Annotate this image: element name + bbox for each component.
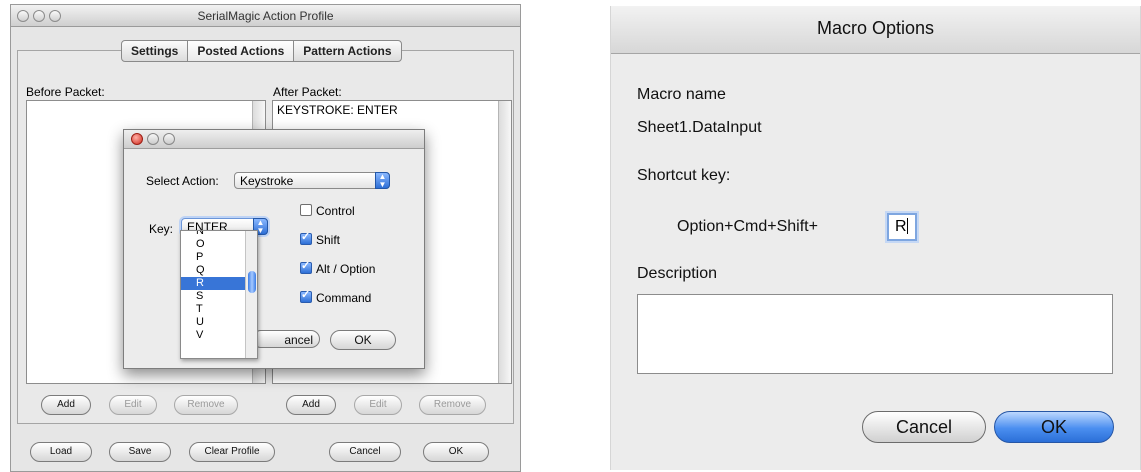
tab-bar: Settings Posted Actions Pattern Actions bbox=[121, 40, 402, 62]
key-option-q[interactable]: Q bbox=[181, 264, 245, 277]
close-icon[interactable] bbox=[131, 133, 143, 145]
select-action-value: Keystroke bbox=[240, 174, 294, 188]
key-label: Key: bbox=[149, 222, 174, 236]
after-remove-button[interactable]: Remove bbox=[419, 395, 486, 415]
zoom-icon[interactable] bbox=[163, 133, 175, 145]
alt-option-checkbox[interactable]: Alt / Option bbox=[300, 259, 376, 276]
cancel-button[interactable]: Cancel bbox=[329, 442, 401, 462]
minimize-icon[interactable] bbox=[147, 133, 159, 145]
checkbox-label: Command bbox=[316, 291, 372, 305]
dropdown-scrollbar[interactable] bbox=[245, 231, 257, 358]
macro-options-window: Macro Options Macro name Sheet1.DataInpu… bbox=[610, 6, 1141, 470]
popup-arrows-icon: ▲ ▼ bbox=[375, 172, 390, 189]
key-option-v[interactable]: V bbox=[181, 329, 245, 342]
checkbox-label: Shift bbox=[316, 233, 341, 247]
checkbox-label: Alt / Option bbox=[316, 262, 376, 276]
dialog-ok-button[interactable]: OK bbox=[330, 330, 396, 350]
dialog-title-bar[interactable] bbox=[124, 130, 424, 149]
ok-button[interactable]: OK bbox=[423, 442, 489, 462]
cancel-button[interactable]: Cancel bbox=[862, 411, 986, 443]
shortcut-key-label: Shortcut key: bbox=[637, 167, 731, 184]
before-remove-button[interactable]: Remove bbox=[174, 395, 238, 415]
list-item[interactable]: KEYSTROKE: ENTER bbox=[277, 103, 398, 117]
tab-settings[interactable]: Settings bbox=[122, 41, 189, 61]
ok-button[interactable]: OK bbox=[994, 411, 1114, 443]
shift-checkbox[interactable]: Shift bbox=[300, 230, 341, 247]
command-checkbox[interactable]: Command bbox=[300, 288, 372, 305]
shortcut-key-value: R bbox=[895, 218, 907, 235]
save-button[interactable]: Save bbox=[109, 442, 171, 462]
key-option-t[interactable]: T bbox=[181, 303, 245, 316]
text-caret bbox=[906, 218, 908, 234]
window-title: SerialMagic Action Profile bbox=[197, 9, 334, 23]
after-list-scrollbar[interactable] bbox=[498, 101, 511, 383]
title-bar[interactable]: SerialMagic Action Profile bbox=[11, 5, 520, 27]
dialog-cancel-button[interactable]: ancel bbox=[252, 330, 320, 348]
before-add-button[interactable]: Add bbox=[41, 395, 91, 415]
macro-name-label: Macro name bbox=[637, 86, 726, 103]
action-dialog: Select Action: Keystroke ▲ ▼ Key: ENTER ▲… bbox=[123, 129, 425, 369]
key-option-s[interactable]: S bbox=[181, 290, 245, 303]
checkmark-icon bbox=[300, 259, 312, 274]
control-checkbox[interactable]: Control bbox=[300, 204, 355, 218]
key-option-n[interactable]: N bbox=[181, 231, 245, 238]
before-edit-button[interactable]: Edit bbox=[109, 395, 157, 415]
key-dropdown-list[interactable]: N O P Q R S T U V bbox=[180, 230, 258, 359]
select-action-popup[interactable]: Keystroke ▲ ▼ bbox=[234, 172, 390, 189]
shortcut-key-input[interactable]: R bbox=[887, 213, 917, 241]
scroll-thumb[interactable] bbox=[248, 271, 256, 293]
checkbox-label: Control bbox=[316, 204, 355, 218]
title-bar[interactable]: Macro Options bbox=[611, 6, 1140, 54]
after-add-button[interactable]: Add bbox=[286, 395, 336, 415]
after-packet-label: After Packet: bbox=[273, 85, 342, 99]
checkmark-icon bbox=[300, 288, 312, 303]
description-field[interactable] bbox=[637, 294, 1113, 374]
tab-posted-actions[interactable]: Posted Actions bbox=[188, 41, 295, 61]
load-button[interactable]: Load bbox=[30, 442, 92, 462]
key-option-o[interactable]: O bbox=[181, 238, 245, 251]
checkbox-icon bbox=[300, 204, 312, 216]
select-action-label: Select Action: bbox=[146, 174, 219, 188]
before-packet-label: Before Packet: bbox=[26, 85, 105, 99]
macro-name-value: Sheet1.DataInput bbox=[637, 119, 762, 136]
after-edit-button[interactable]: Edit bbox=[354, 395, 402, 415]
key-option-u[interactable]: U bbox=[181, 316, 245, 329]
clear-profile-button[interactable]: Clear Profile bbox=[189, 442, 275, 462]
shortcut-prefix: Option+Cmd+Shift+ bbox=[677, 218, 818, 235]
action-profile-window: SerialMagic Action Profile Settings Post… bbox=[10, 4, 521, 472]
checkmark-icon bbox=[300, 230, 312, 245]
tab-pattern-actions[interactable]: Pattern Actions bbox=[294, 41, 400, 61]
description-label: Description bbox=[637, 265, 718, 282]
key-option-r[interactable]: R bbox=[181, 277, 245, 290]
key-option-p[interactable]: P bbox=[181, 251, 245, 264]
window-title: Macro Options bbox=[816, 18, 935, 38]
